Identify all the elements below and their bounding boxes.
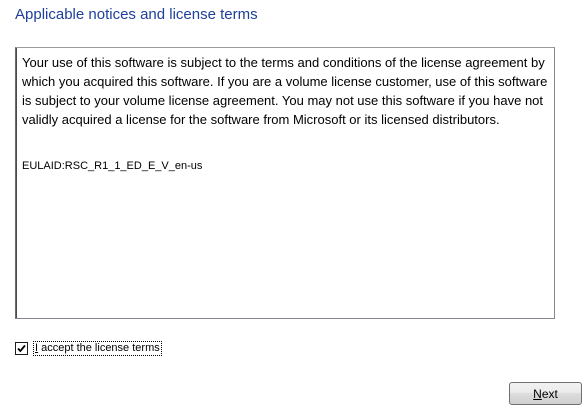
next-label-text: ext — [541, 386, 558, 401]
eula-id-text: EULAID:RSC_R1_1_ED_E_V_en-us — [22, 160, 203, 172]
next-access-key: N — [533, 386, 542, 401]
page-title: Applicable notices and license terms — [15, 6, 258, 23]
checkmark-icon — [17, 344, 26, 352]
next-button[interactable]: Next — [509, 382, 582, 405]
accept-license-checkbox[interactable] — [15, 341, 28, 355]
accept-license-label[interactable]: I accept the license terms — [33, 340, 162, 356]
license-terms-box[interactable]: Your use of this software is subject to … — [15, 47, 555, 319]
accept-license-row[interactable]: I accept the license terms — [15, 340, 162, 356]
accept-label-text: accept the license terms — [38, 341, 160, 354]
license-terms-text: Your use of this software is subject to … — [22, 55, 548, 127]
